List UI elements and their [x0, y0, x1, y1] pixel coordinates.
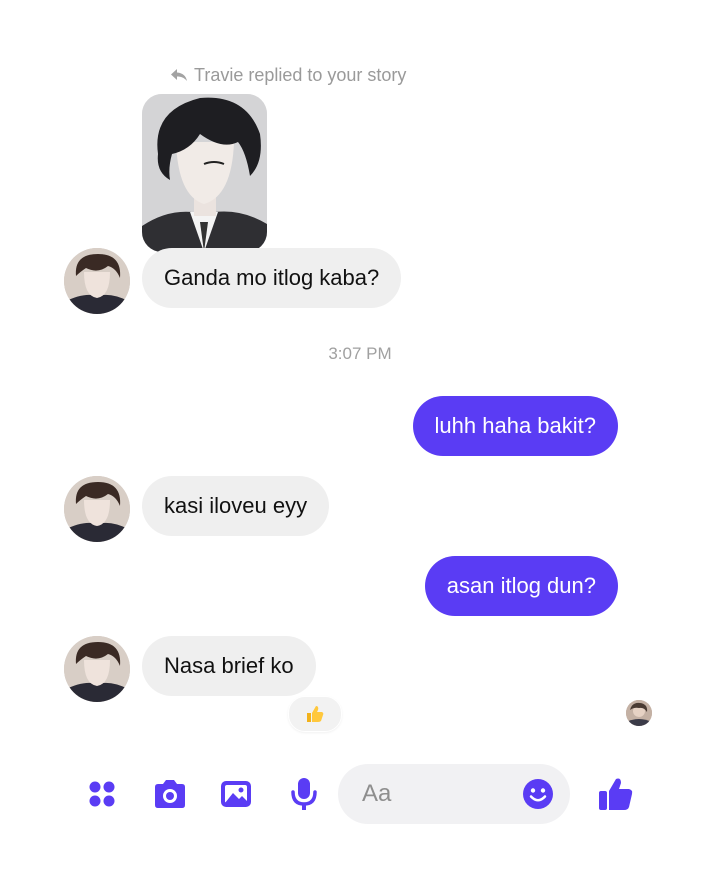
contact-avatar[interactable] — [64, 476, 130, 542]
camera-button[interactable] — [146, 770, 194, 818]
message-bubble-incoming[interactable]: Nasa brief ko — [142, 636, 316, 696]
message-bubble-outgoing[interactable]: luhh haha bakit? — [412, 396, 618, 456]
emoji-icon — [523, 779, 553, 809]
message-bubble-outgoing[interactable]: asan itlog dun? — [424, 556, 618, 616]
apps-icon — [89, 781, 115, 807]
message-input-container[interactable] — [338, 764, 570, 824]
message-bubble-incoming[interactable]: kasi iloveu eyy — [142, 476, 330, 536]
thumbs-up-reaction-icon — [307, 706, 324, 722]
gallery-button[interactable] — [212, 770, 260, 818]
microphone-button[interactable] — [280, 770, 328, 818]
gallery-icon — [221, 781, 251, 807]
message-reaction[interactable] — [288, 696, 342, 732]
story-reply-note: Travie replied to your story — [170, 64, 406, 86]
message-bubble-incoming[interactable]: Ganda mo itlog kaba? — [142, 248, 402, 308]
camera-icon — [155, 780, 185, 808]
emoji-button[interactable] — [522, 778, 554, 810]
contact-avatar[interactable] — [64, 636, 130, 702]
microphone-icon — [291, 778, 317, 810]
apps-button[interactable] — [78, 770, 126, 818]
thumbs-up-icon — [599, 778, 633, 810]
contact-avatar[interactable] — [64, 248, 130, 314]
message-timestamp: 3:07 PM — [328, 344, 392, 363]
seen-receipt-avatar — [626, 700, 652, 726]
reply-arrow-icon — [171, 69, 187, 81]
message-input[interactable] — [360, 779, 524, 809]
like-button[interactable] — [592, 770, 640, 818]
story-thumbnail[interactable] — [142, 94, 267, 252]
story-reply-text: Travie replied to your story — [194, 64, 407, 85]
